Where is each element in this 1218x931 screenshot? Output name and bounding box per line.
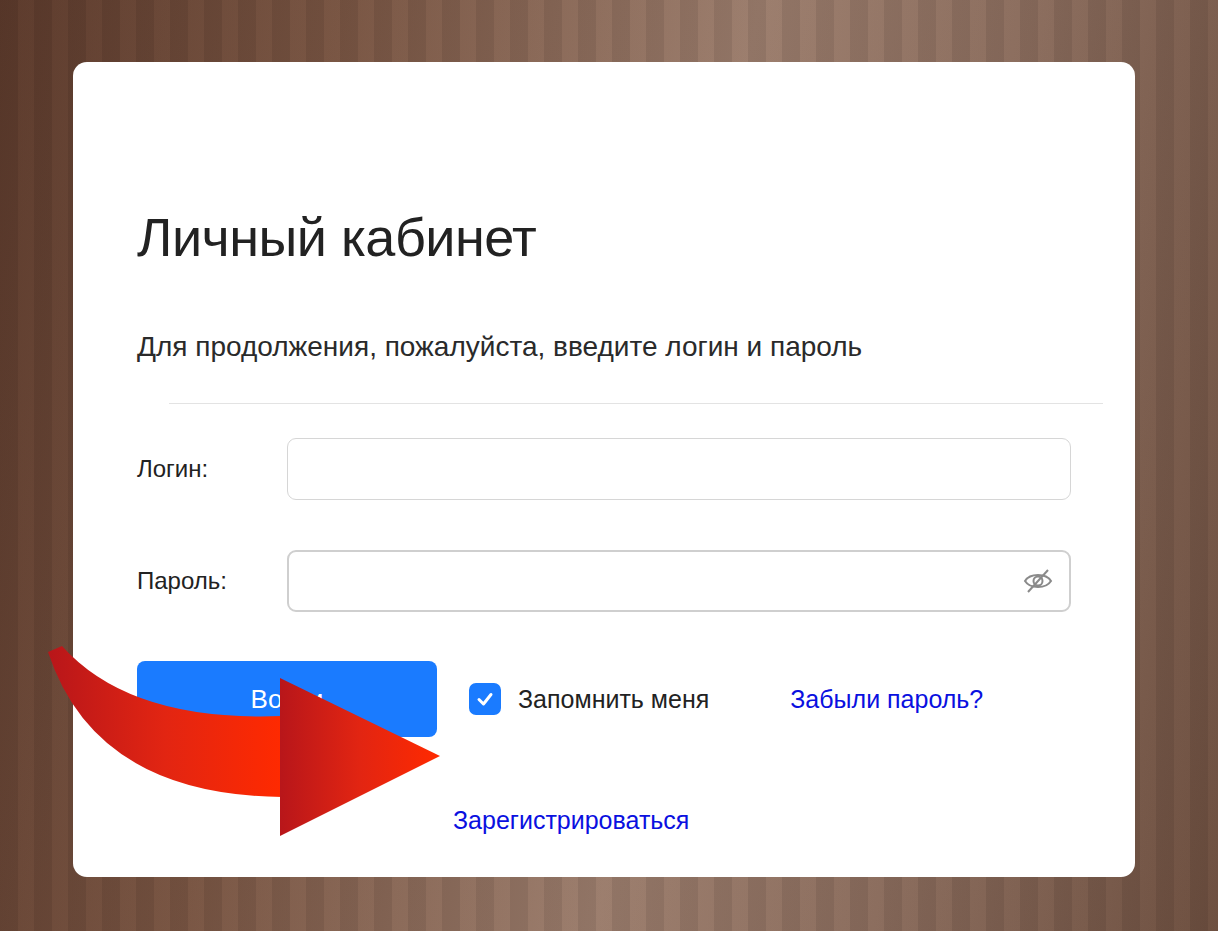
remember-label: Запомнить меня [518, 685, 709, 714]
remember-checkbox[interactable] [469, 683, 501, 715]
subtitle: Для продолжения, пожалуйста, введите лог… [137, 330, 1071, 364]
register-link[interactable]: Зарегистрироваться [453, 806, 689, 835]
login-field[interactable] [287, 438, 1071, 500]
register-row: Зарегистрироваться [137, 803, 1071, 837]
actions-row: Войти Запомнить меня Забыли пароль? [137, 661, 1071, 737]
login-button[interactable]: Войти [137, 661, 437, 737]
password-input[interactable] [305, 567, 1023, 595]
field-label: Логин: [137, 455, 287, 483]
form-fields: Логин: Пароль: [137, 438, 1071, 612]
red-arrow-icon [0, 0, 460, 860]
login-card: Личный кабинет Для продолжения, пожалуйст… [73, 62, 1135, 877]
field-label: Пароль: [137, 567, 287, 595]
field-row: Логин: [137, 438, 1071, 500]
check-icon [475, 689, 495, 709]
forgot-password-link[interactable]: Забыли пароль? [790, 685, 983, 714]
password-field[interactable] [287, 550, 1071, 612]
separator [169, 403, 1103, 404]
remember-checkbox-row[interactable]: Запомнить меня [469, 683, 709, 715]
login-input[interactable] [304, 455, 1054, 483]
field-row: Пароль: [137, 550, 1071, 612]
eye-slash-icon[interactable] [1023, 568, 1053, 594]
page-title: Личный кабинет [137, 207, 1071, 267]
